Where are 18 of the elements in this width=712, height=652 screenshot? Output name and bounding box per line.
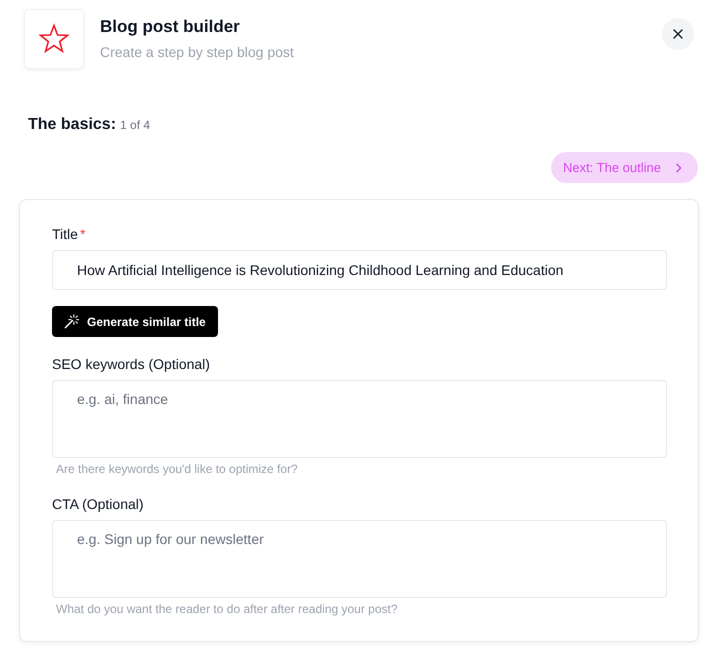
magic-wand-icon [64, 314, 79, 329]
step-counter: 1 of 4 [120, 118, 150, 132]
field-label: Title [52, 226, 78, 242]
step-title: The basics: [28, 116, 116, 133]
page-subtitle: Create a step by step blog post [100, 43, 295, 62]
title-input[interactable]: How Artificial Intelligence is Revolutionizing Childhood Learning and Education [52, 250, 667, 290]
required-mark: * [80, 226, 86, 242]
chevron-right-icon [675, 162, 682, 172]
field-hint: What do you want the reader to do after after reading your post? [56, 601, 399, 617]
generate-button[interactable]: Generate similar title [52, 306, 218, 337]
field-label: CTA (Optional) [52, 496, 144, 512]
field-hint: Are there keywords you'd like to optimize for? [56, 461, 299, 477]
text-area[interactable]: e.g. ai, finance [52, 380, 667, 458]
field-label: SEO keywords (Optional) [52, 356, 210, 372]
page-title: Blog post builder [100, 16, 241, 38]
close-icon [673, 29, 683, 39]
close-button[interactable] [662, 18, 694, 50]
text-area[interactable]: e.g. Sign up for our newsletter [52, 520, 667, 598]
